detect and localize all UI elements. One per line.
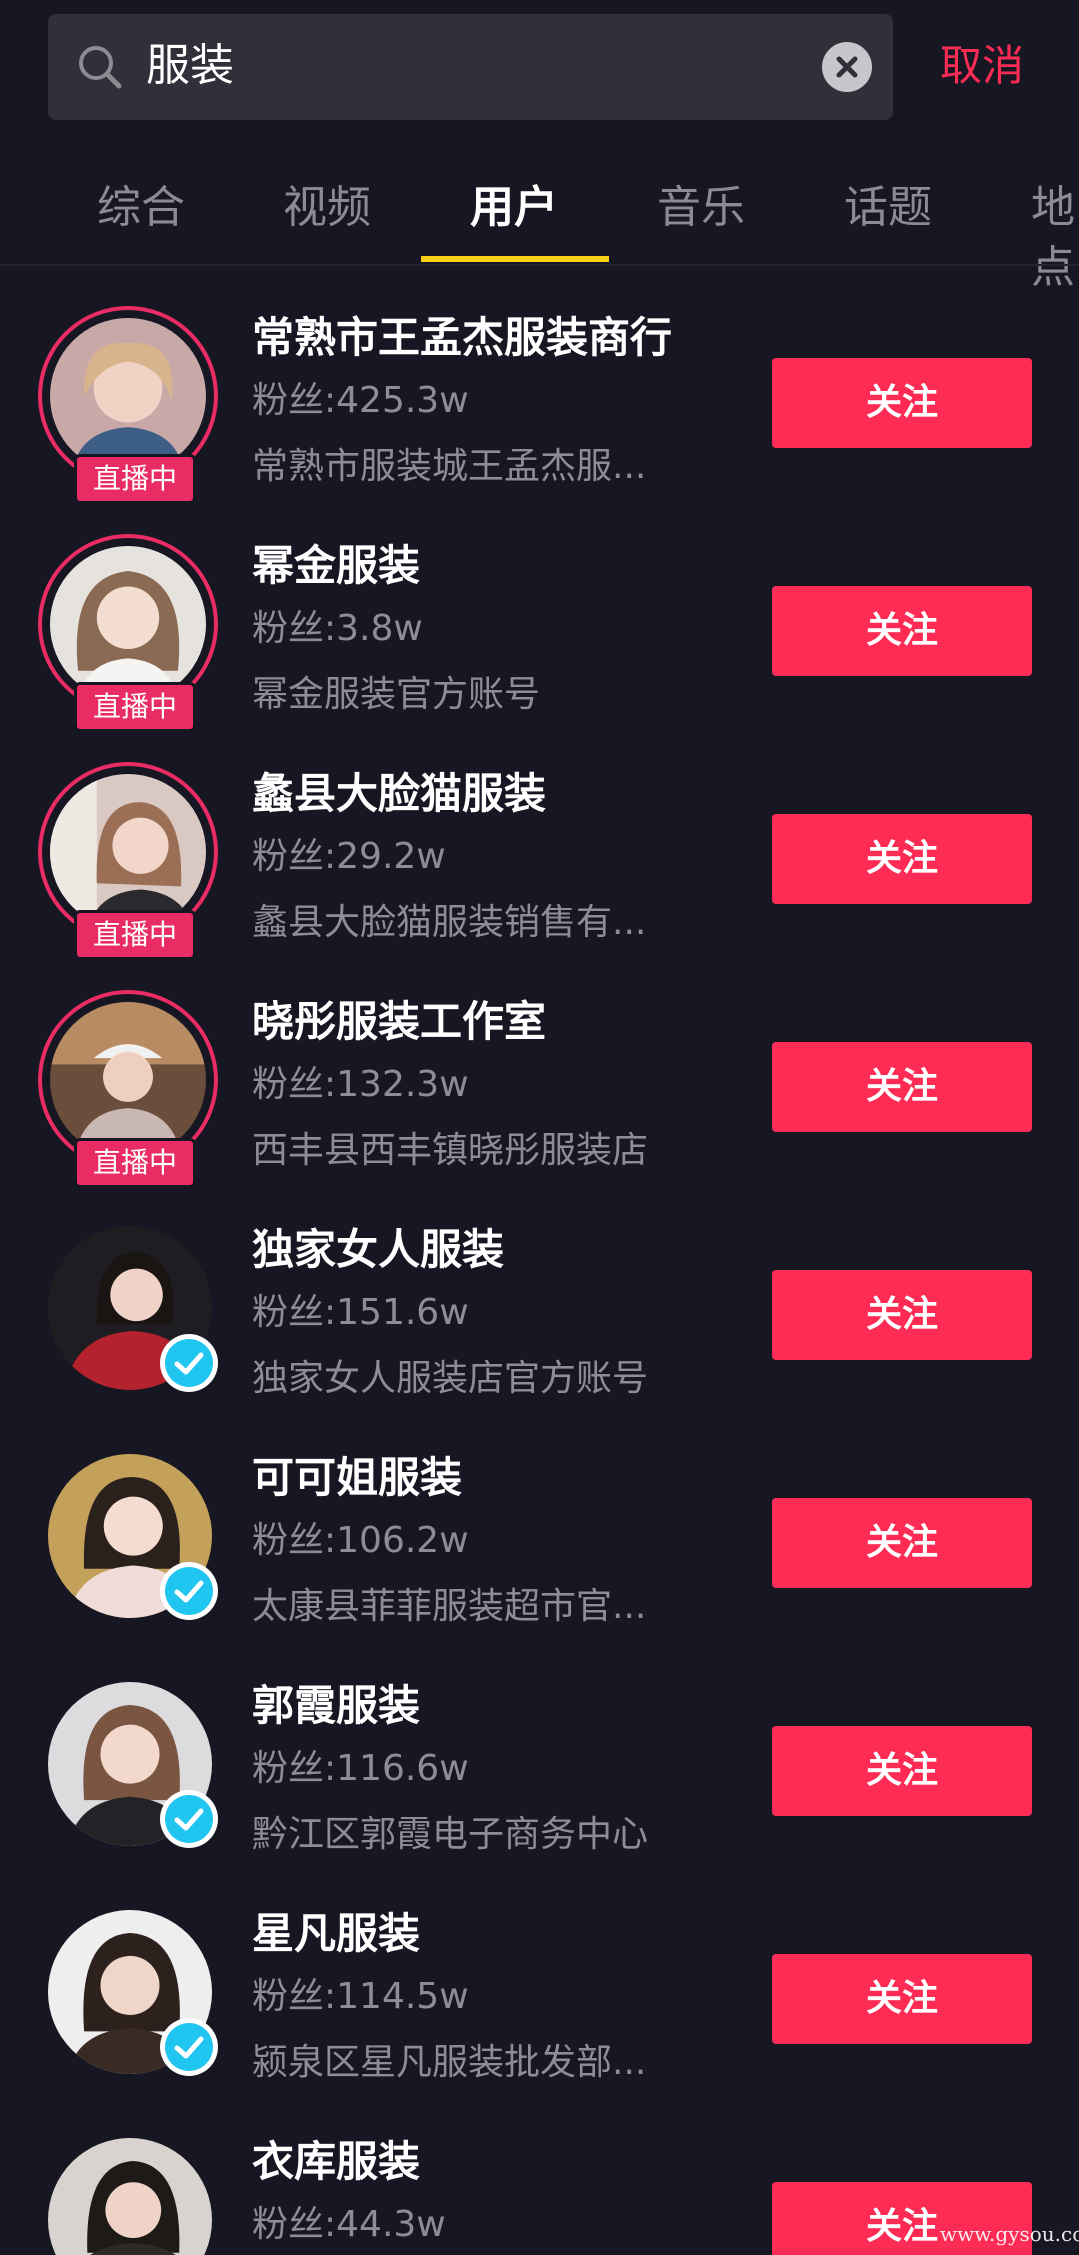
fans-count: 粉丝:425.3w (252, 380, 469, 421)
fans-count: 粉丝:29.2w (252, 836, 446, 877)
fans-count: 粉丝:3.8w (252, 608, 423, 649)
avatar[interactable]: 直播中 (38, 306, 226, 504)
verified-badge (160, 1790, 218, 1848)
user-name[interactable]: 可可姐服装 (252, 1450, 462, 1506)
avatar[interactable] (38, 1902, 226, 2090)
list-item[interactable]: 直播中 常熟市王孟杰服装商行 粉丝:425.3w 常熟市服装城王孟杰服... 关… (0, 266, 1079, 504)
follow-button[interactable]: 关注 (772, 1726, 1032, 1816)
user-description: 西丰县西丰镇晓彤服装店 (252, 1130, 649, 1171)
user-name[interactable]: 晓彤服装工作室 (252, 994, 546, 1050)
clear-search-button[interactable] (822, 42, 872, 92)
check-icon (174, 1580, 204, 1603)
search-icon (79, 46, 122, 89)
user-description: 太康县菲菲服装超市官... (252, 1586, 647, 1627)
avatar-image (50, 1002, 206, 1158)
user-name[interactable]: 幂金服装 (252, 538, 420, 594)
close-icon (836, 56, 858, 78)
avatar-image (50, 546, 206, 702)
avatar[interactable]: 直播中 (38, 534, 226, 732)
list-item[interactable]: 直播中 幂金服装 粉丝:3.8w 幂金服装官方账号 关注 (0, 494, 1079, 732)
verified-badge (160, 1334, 218, 1392)
follow-button[interactable]: 关注 (772, 586, 1032, 676)
follow-button[interactable]: 关注 (772, 1498, 1032, 1588)
follow-button[interactable]: 关注 (772, 358, 1032, 448)
check-icon (174, 2036, 204, 2059)
list-item[interactable]: 可可姐服装 粉丝:106.2w 太康县菲菲服装超市官... 关注 (0, 1406, 1079, 1634)
user-name[interactable]: 郭霞服装 (252, 1678, 420, 1734)
avatar[interactable]: 直播中 (38, 990, 226, 1188)
follow-button[interactable]: 关注 (772, 1954, 1032, 2044)
check-icon (174, 1808, 204, 1831)
cancel-button[interactable]: 取消 (940, 36, 1024, 96)
user-description: 颍泉区星凡服装批发部... (252, 2042, 647, 2083)
list-item[interactable]: 直播中 晓彤服装工作室 粉丝:132.3w 西丰县西丰镇晓彤服装店 关注 (0, 950, 1079, 1188)
avatar[interactable] (38, 1446, 226, 1634)
user-name[interactable]: 星凡服装 (252, 1906, 420, 1962)
follow-button[interactable]: 关注 (772, 1042, 1032, 1132)
avatar-photo-icon (50, 318, 206, 474)
fans-count: 粉丝:132.3w (252, 1064, 469, 1105)
search-bar[interactable]: 服装 (48, 14, 893, 120)
tab-users[interactable]: 用户 (470, 178, 558, 238)
list-item[interactable]: 郭霞服装 粉丝:116.6w 黔江区郭霞电子商务中心 关注 (0, 1634, 1079, 1862)
avatar-image (48, 2138, 212, 2255)
tab-comprehensive[interactable]: 综合 (97, 178, 185, 238)
avatar[interactable] (38, 1674, 226, 1862)
category-tabs: 综合 视频 用户 音乐 话题 地点 (0, 160, 1079, 293)
list-item[interactable]: 衣库服装 粉丝:44.3w 关注 (0, 2090, 1079, 2255)
avatar-image (50, 774, 206, 930)
avatar-photo-icon (48, 2138, 212, 2255)
user-name[interactable]: 常熟市王孟杰服装商行 (252, 310, 672, 366)
avatar-image (50, 318, 206, 474)
avatar[interactable] (38, 2130, 226, 2255)
list-item[interactable]: 独家女人服装 粉丝:151.6w 独家女人服装店官方账号 关注 (0, 1178, 1079, 1406)
user-description: 常熟市服装城王孟杰服... (252, 446, 647, 487)
user-description: 蠡县大脸猫服装销售有... (252, 902, 647, 943)
active-tab-indicator (421, 256, 609, 262)
fans-count: 粉丝:106.2w (252, 1520, 469, 1561)
search-input[interactable]: 服装 (146, 36, 234, 96)
fans-count: 粉丝:151.6w (252, 1292, 469, 1333)
list-item[interactable]: 直播中 蠡县大脸猫服装 粉丝:29.2w 蠡县大脸猫服装销售有... 关注 (0, 722, 1079, 960)
follow-button[interactable]: 关注 (772, 1270, 1032, 1360)
avatar-photo-icon (50, 774, 206, 930)
user-description: 独家女人服装店官方账号 (252, 1358, 649, 1399)
fans-count: 粉丝:116.6w (252, 1748, 469, 1789)
user-name[interactable]: 独家女人服装 (252, 1222, 504, 1278)
fans-count: 粉丝:44.3w (252, 2204, 446, 2245)
list-item[interactable]: 星凡服装 粉丝:114.5w 颍泉区星凡服装批发部... 关注 (0, 1862, 1079, 2090)
user-name[interactable]: 衣库服装 (252, 2134, 420, 2190)
check-icon (174, 1352, 204, 1375)
verified-badge (160, 2018, 218, 2076)
avatar[interactable]: 直播中 (38, 762, 226, 960)
watermark: www.gysou.com (940, 2222, 1079, 2246)
search-results-page: 服装 取消 综合 视频 用户 音乐 话题 地点 直播中 常熟市王孟杰服装商行 粉… (0, 0, 1079, 2255)
fans-count: 粉丝:114.5w (252, 1976, 469, 2017)
tab-topics[interactable]: 话题 (844, 178, 932, 238)
follow-button[interactable]: 关注 (772, 814, 1032, 904)
user-description: 幂金服装官方账号 (252, 674, 541, 715)
tab-videos[interactable]: 视频 (283, 178, 371, 238)
tab-music[interactable]: 音乐 (657, 178, 745, 238)
avatar-photo-icon (50, 546, 206, 702)
user-name[interactable]: 蠡县大脸猫服装 (252, 766, 546, 822)
verified-badge (160, 1562, 218, 1620)
avatar-photo-icon (50, 1002, 206, 1158)
user-description: 黔江区郭霞电子商务中心 (252, 1814, 649, 1855)
avatar[interactable] (38, 1218, 226, 1406)
